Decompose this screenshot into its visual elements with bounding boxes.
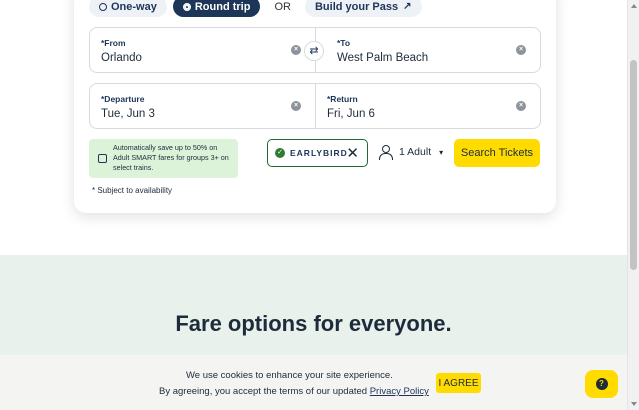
build-pass-link[interactable]: Build your Pass ↗ bbox=[304, 0, 422, 17]
from-label: *From bbox=[101, 38, 126, 48]
person-icon bbox=[379, 145, 393, 160]
to-value: West Palm Beach bbox=[337, 52, 429, 64]
remove-promo-icon[interactable]: ✕ bbox=[346, 144, 359, 162]
cookie-message: We use cookies to enhance your site expe… bbox=[186, 370, 393, 381]
cookie-terms: By agreeing, you accept the terms of our… bbox=[159, 386, 429, 397]
promo-code-chip: ✓ EARLYBIRD ✕ bbox=[267, 139, 368, 167]
agree-label: I AGREE bbox=[438, 377, 479, 389]
scroll-down-icon[interactable] bbox=[631, 402, 637, 406]
promo-code-text: EARLYBIRD bbox=[290, 148, 348, 158]
to-field[interactable]: *To West Palm Beach × bbox=[315, 27, 541, 73]
passenger-count: 1 Adult bbox=[399, 146, 432, 158]
return-label: *Return bbox=[327, 94, 358, 104]
check-icon: ✓ bbox=[275, 148, 285, 158]
radio-off-icon bbox=[99, 2, 107, 11]
from-value: Orlando bbox=[101, 52, 142, 64]
clear-to-icon[interactable]: × bbox=[516, 45, 526, 55]
departure-label: *Departure bbox=[101, 94, 145, 104]
search-tickets-button[interactable]: Search Tickets bbox=[454, 139, 540, 167]
return-value: Fri, Jun 6 bbox=[327, 108, 375, 120]
scroll-up-icon[interactable] bbox=[631, 4, 637, 8]
return-field[interactable]: *Return Fri, Jun 6 × bbox=[315, 83, 541, 129]
help-icon: ? bbox=[595, 378, 608, 390]
clear-return-icon[interactable]: × bbox=[516, 101, 526, 111]
scroll-thumb[interactable] bbox=[630, 60, 637, 270]
cookie-banner bbox=[0, 355, 627, 410]
radio-on-icon bbox=[182, 2, 191, 11]
agree-button[interactable]: I AGREE bbox=[436, 373, 481, 393]
or-separator: OR bbox=[274, 0, 291, 13]
privacy-policy-link[interactable]: Privacy Policy bbox=[370, 386, 429, 397]
availability-note: * Subject to availability bbox=[92, 186, 173, 195]
cookie-terms-text: By agreeing, you accept the terms of our… bbox=[159, 386, 368, 397]
search-tickets-label: Search Tickets bbox=[460, 147, 534, 159]
one-way-label: One-way bbox=[111, 0, 157, 13]
departure-field[interactable]: *Departure Tue, Jun 3 × bbox=[89, 83, 316, 129]
external-link-icon: ↗ bbox=[403, 1, 412, 12]
round-trip-label: Round trip bbox=[194, 0, 251, 13]
departure-value: Tue, Jun 3 bbox=[101, 108, 155, 120]
passenger-selector[interactable]: 1 Adult ▾ bbox=[379, 145, 444, 160]
group-discount-banner: Automatically save up to 50% on Adult SM… bbox=[89, 139, 238, 178]
scrollbar[interactable] bbox=[627, 0, 639, 410]
swap-stations-icon[interactable]: ⇄ bbox=[304, 41, 324, 61]
help-button[interactable]: ? bbox=[585, 370, 618, 398]
group-discount-text: Automatically save up to 50% on Adult SM… bbox=[113, 143, 229, 172]
trip-type-selector: One-way Round trip OR Build your Pass ↗ bbox=[89, 0, 422, 17]
fare-options-title: Fare options for everyone. bbox=[175, 311, 452, 336]
round-trip-option[interactable]: Round trip bbox=[172, 0, 261, 17]
from-field[interactable]: *From Orlando × bbox=[89, 27, 316, 73]
ticket-icon bbox=[98, 154, 107, 163]
one-way-option[interactable]: One-way bbox=[89, 0, 167, 17]
chevron-down-icon: ▾ bbox=[439, 147, 444, 157]
clear-from-icon[interactable]: × bbox=[291, 45, 301, 55]
clear-departure-icon[interactable]: × bbox=[291, 101, 301, 111]
to-label: *To bbox=[337, 38, 351, 48]
build-pass-label: Build your Pass bbox=[314, 0, 399, 13]
